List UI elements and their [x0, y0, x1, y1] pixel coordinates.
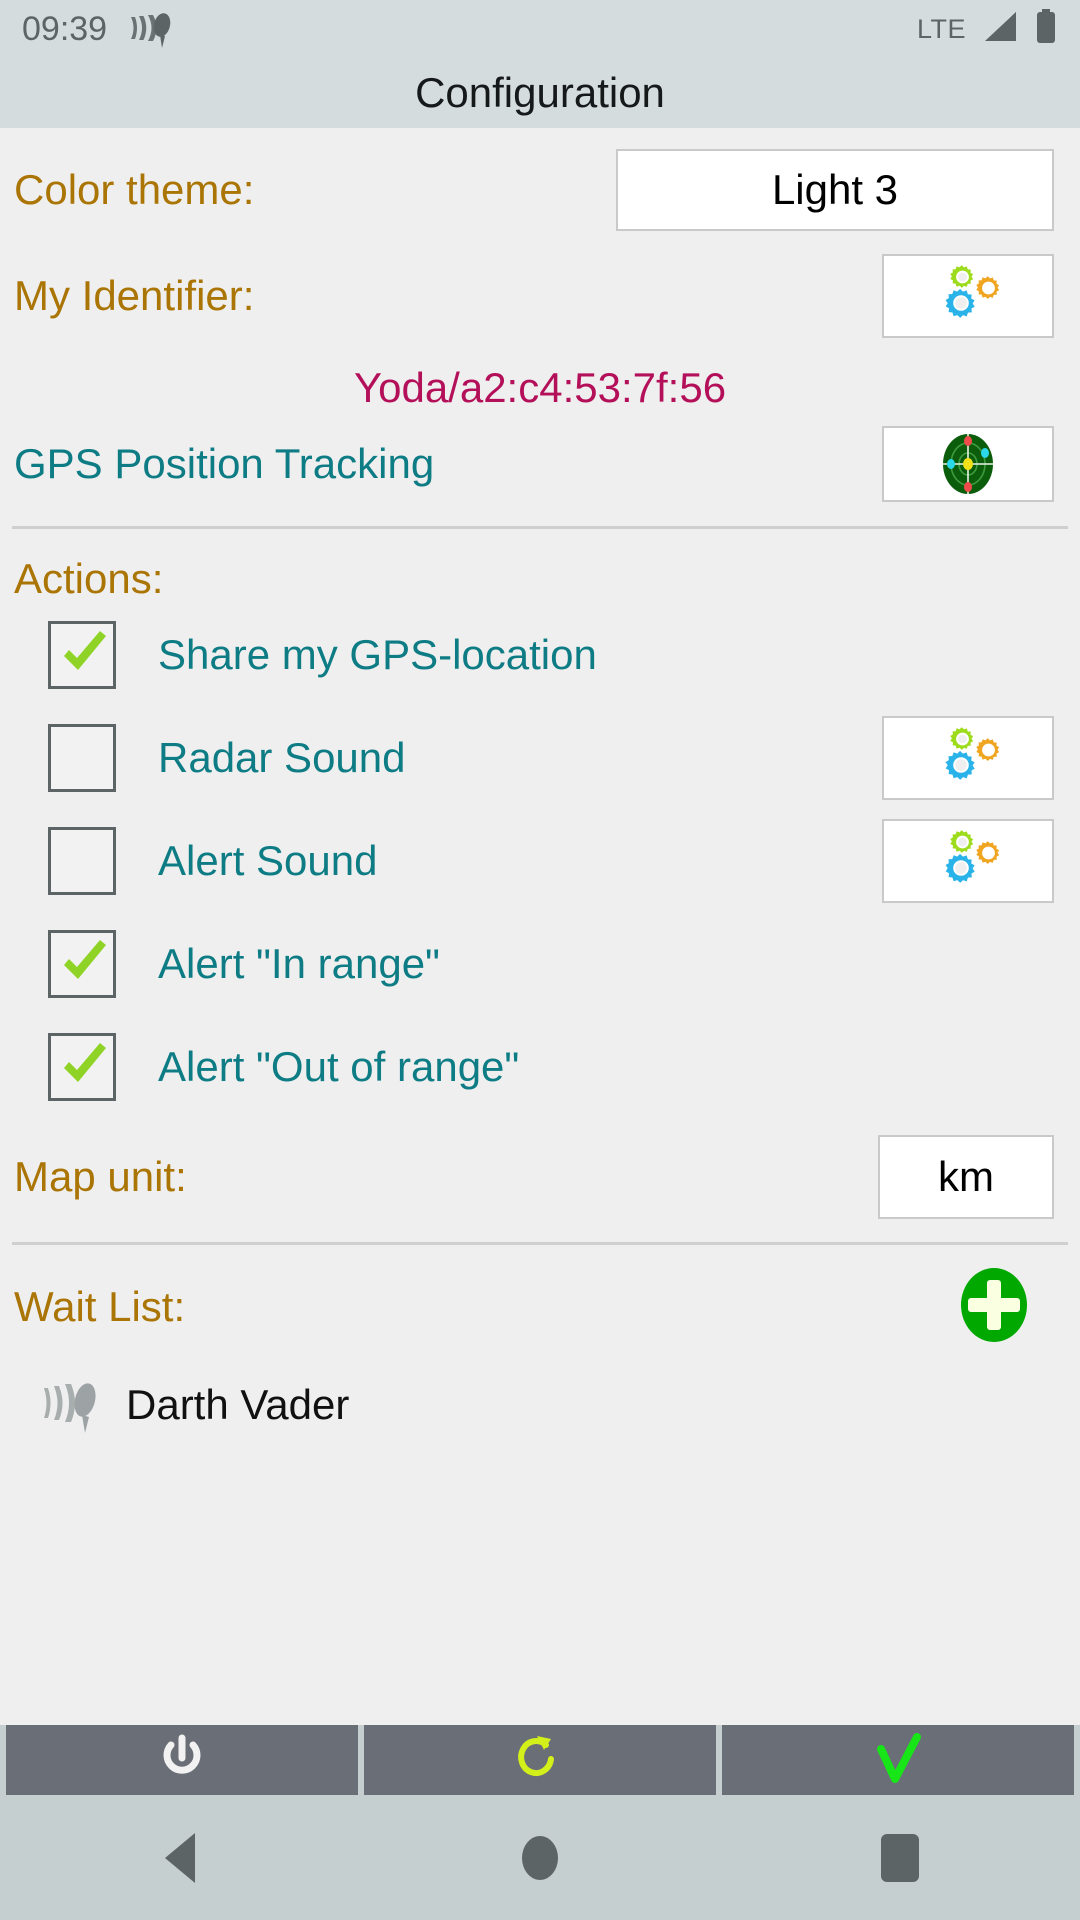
back-triangle-icon [165, 1832, 195, 1883]
color-theme-value-button[interactable]: Light 3 [616, 149, 1054, 231]
divider-above-actions [12, 526, 1068, 529]
power-icon [163, 1734, 201, 1774]
my-identifier-label: My Identifier: [14, 272, 255, 319]
wait-list-item[interactable]: Darth Vader [0, 1359, 1080, 1451]
radar-icon [943, 434, 993, 494]
setting-row-my-identifier: My Identifier: [0, 246, 1080, 346]
setting-row-map-unit: Map unit: km [0, 1128, 1080, 1226]
action-row-share-gps-location[interactable]: Share my GPS-location [0, 603, 1080, 706]
checkbox-share-gps-location[interactable] [48, 620, 116, 689]
color-theme-label: Color theme: [14, 166, 255, 213]
refresh-button[interactable] [364, 1725, 716, 1795]
satellite-dish-icon [42, 1376, 102, 1434]
action-row-alert-in-range[interactable]: Alert "In range" [0, 912, 1080, 1015]
recents-square-icon [881, 1833, 919, 1882]
checkmark-icon [56, 626, 114, 689]
action-label: Alert Sound [158, 836, 378, 884]
gps-position-tracking-label: GPS Position Tracking [14, 440, 435, 487]
gears-icon [942, 262, 1003, 321]
action-label: Alert "In range" [158, 939, 440, 987]
nav-back-button[interactable] [0, 1832, 360, 1883]
checkmark-icon [56, 935, 114, 998]
checkmark-icon [56, 1038, 114, 1101]
action-label: Radar Sound [158, 733, 406, 781]
signal-bars-icon [980, 10, 1020, 49]
gears-icon [942, 723, 1003, 783]
setting-row-color-theme: Color theme: Light 3 [0, 142, 1080, 238]
plus-circle-icon [961, 1267, 1027, 1342]
add-to-wait-list-button[interactable] [956, 1267, 1032, 1348]
satellite-dish-icon [129, 9, 173, 49]
checkbox-alert-sound[interactable] [48, 826, 116, 895]
checkbox-radar-sound[interactable] [48, 723, 116, 792]
network-type-label: LTE [916, 13, 966, 44]
page-title: Configuration [415, 69, 665, 116]
status-bar-clock: 09:39 [22, 9, 108, 48]
divider-above-wait-list [12, 1242, 1068, 1245]
battery-full-icon [1034, 8, 1058, 50]
nav-home-button[interactable] [360, 1835, 720, 1880]
alert-sound-settings-button[interactable] [882, 818, 1054, 903]
status-bar-right-icons: LTE [916, 8, 1058, 50]
map-unit-value-button[interactable]: km [878, 1135, 1054, 1219]
android-navigation-bar [0, 1795, 1080, 1920]
gears-icon [942, 826, 1003, 886]
action-row-alert-out-of-range[interactable]: Alert "Out of range" [0, 1015, 1080, 1118]
my-identifier-value: Yoda/a2:c4:53:7f:56 [353, 364, 727, 411]
bottom-toolbar [0, 1725, 1080, 1795]
gps-tracking-button[interactable] [882, 426, 1054, 502]
setting-row-gps-tracking: GPS Position Tracking [0, 418, 1080, 510]
map-unit-label: Map unit: [14, 1153, 187, 1200]
action-label: Share my GPS-location [158, 630, 597, 678]
settings-content: Color theme: Light 3 My Identifier: Yoda… [0, 128, 1080, 1725]
confirm-button[interactable] [722, 1725, 1074, 1795]
radar-sound-settings-button[interactable] [882, 715, 1054, 800]
wait-list-header: Wait List: [0, 1255, 1080, 1359]
wait-list-item-name: Darth Vader [126, 1381, 350, 1428]
actions-section-title: Actions: [14, 555, 164, 602]
status-bar: 09:39 LTE [0, 0, 1080, 58]
action-row-radar-sound[interactable]: Radar Sound [0, 706, 1080, 809]
nav-recents-button[interactable] [720, 1833, 1080, 1882]
home-circle-icon [522, 1835, 558, 1880]
checkbox-alert-in-range[interactable] [48, 929, 116, 998]
action-label: Alert "Out of range" [158, 1042, 520, 1090]
my-identifier-settings-button[interactable] [882, 254, 1054, 338]
checkmark-icon [877, 1733, 921, 1783]
wait-list-title: Wait List: [14, 1283, 186, 1330]
refresh-icon [518, 1736, 554, 1777]
checkbox-alert-out-of-range[interactable] [48, 1032, 116, 1101]
title-bar: Configuration [0, 58, 1080, 128]
power-button[interactable] [6, 1725, 358, 1795]
action-row-alert-sound[interactable]: Alert Sound [0, 809, 1080, 912]
